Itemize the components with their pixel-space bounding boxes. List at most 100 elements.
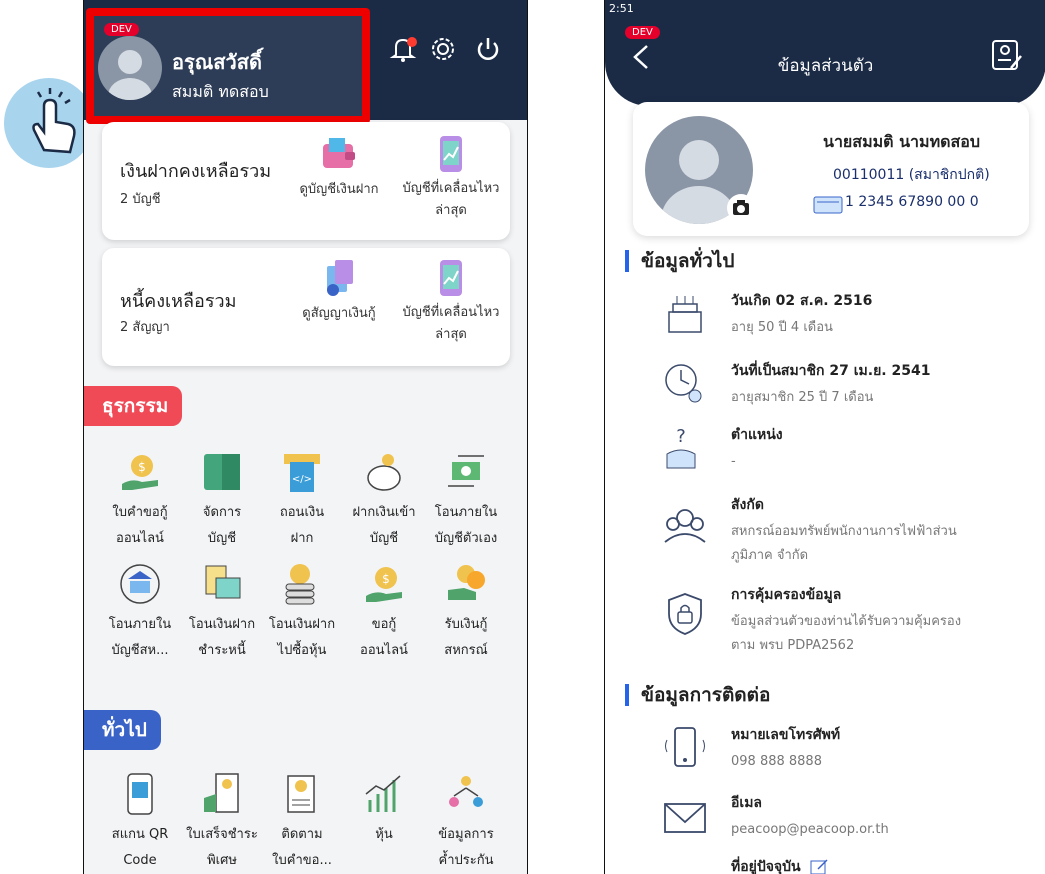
grid-label-l1: ติดตาม [281, 827, 323, 842]
track-requests-button[interactable]: ติดตามใบคำขอ... [262, 772, 342, 874]
coins-hand-icon [444, 562, 488, 606]
privacy-value-line2: ตาม พรบ PDPA2562 [731, 638, 855, 653]
loan-contract-count: 2 สัญญา [120, 320, 170, 335]
recent-loan-activity-button[interactable]: บัญชีที่เคลื่อนไหว ล่าสุด [396, 258, 506, 346]
birthday-value: อายุ 50 ปี 4 เดือน [731, 320, 833, 335]
grid-label-l1: ใบคำขอกู้ [112, 505, 168, 520]
phone-chart-icon [431, 258, 471, 298]
position-title: ตำแหน่ง [731, 427, 783, 443]
withdraw-button[interactable]: </> ถอนเงิน ฝาก [262, 450, 342, 552]
piggy-bank-icon [362, 450, 406, 494]
profile-screen: 2:51 DEV ข้อมูลส่วนตัว นายสมมติ นามทดสอบ… [604, 0, 1045, 874]
document-coin-icon [280, 772, 324, 816]
transfer-money-icon [444, 450, 488, 494]
affiliation-value-line2: ภูมิภาค จำกัด [731, 548, 809, 563]
atm-icon: </> [280, 450, 324, 494]
edit-profile-icon[interactable] [989, 38, 1023, 72]
member-clock-icon [661, 360, 709, 408]
grid-label-l2: ไปซื้อหุ้น [277, 643, 327, 658]
section-general-info: ข้อมูลทั่วไป [625, 250, 734, 272]
deposit-account-count: 2 บัญชี [120, 192, 161, 207]
recent-deposit-activity-button[interactable]: บัญชีที่เคลื่อนไหว ล่าสุด [396, 134, 506, 222]
privacy-value-line1: ข้อมูลส่วนตัวของท่านได้รับความคุ้มครอง [731, 614, 962, 629]
svg-text:</>: </> [292, 474, 312, 485]
growth-chart-icon [362, 772, 406, 816]
receive-loan-button[interactable]: รับเงินกู้สหกรณ์ [426, 562, 506, 664]
member-full-name: นายสมมติ นามทดสอบ [823, 132, 981, 151]
view-loan-label: ดูสัญญาเงินกู้ [302, 306, 376, 321]
privacy-info: การคุ้มครองข้อมูล ข้อมูลส่วนตัวของท่านได… [731, 584, 961, 658]
grid-label-l1: หุ้น [375, 827, 393, 842]
money-bag-hand-icon: $ [118, 450, 162, 494]
envelope-icon [661, 794, 709, 842]
grid-label-l1: โอนเงินฝาก [188, 617, 256, 632]
notification-dot [407, 37, 417, 47]
svg-text:?: ? [676, 426, 686, 447]
grid-label-l2: สหกรณ์ [444, 643, 488, 658]
recent-activity-label-l2: ล่าสุด [435, 203, 467, 218]
camera-icon[interactable] [727, 194, 755, 222]
member-since-info: วันที่เป็นสมาชิก 27 เม.ย. 2541 อายุสมาชิ… [731, 360, 930, 410]
affiliation-info: สังกัด สหกรณ์ออมทรัพย์พนักงานการไฟฟ้าส่ว… [731, 494, 957, 568]
group-people-icon [661, 502, 709, 550]
request-loan-online-button[interactable]: $ ขอกู้ออนไลน์ [344, 562, 424, 664]
grid-label-l2: บัญชี [369, 531, 399, 546]
grid-label-l2: ค้ำประกัน [438, 853, 494, 868]
view-loan-contracts-button[interactable]: ดูสัญญาเงินกู้ [284, 258, 394, 325]
loan-total-label: หนี้คงเหลือรวม [120, 291, 237, 312]
phone-value: 098 888 8888 [731, 754, 822, 769]
member-since-value: อายุสมาชิก 25 ปี 7 เดือน [731, 390, 874, 405]
phone-chart-icon [431, 134, 471, 174]
recent-loan-label-l2: ล่าสุด [435, 327, 467, 342]
grid-label-l1: สแกน QR [111, 827, 169, 842]
transfer-own-account-button[interactable]: โอนภายในบัญชีตัวเอง [426, 450, 506, 552]
grid-label-l2: ออนไลน์ [360, 643, 408, 658]
loan-document-icon [319, 258, 359, 298]
manage-accounts-button[interactable]: จัดการ บัญชี [182, 450, 262, 552]
transfer-pay-debt-button[interactable]: โอนเงินฝาก ชำระหนี้ [182, 562, 262, 664]
section-general: ทั่วไป [84, 710, 161, 750]
user-subname: สมมติ ทดสอบ [172, 82, 269, 101]
scan-qr-button[interactable]: สแกน QR Code [100, 772, 180, 874]
qr-phone-icon [118, 772, 162, 816]
power-icon[interactable] [474, 35, 502, 63]
edit-address-icon[interactable] [810, 858, 828, 874]
lock-shield-icon [661, 590, 709, 638]
online-loan-request-button[interactable]: $ ใบคำขอกู้ ออนไลน์ [100, 450, 180, 552]
grid-label-l1: โอนภายใน [434, 505, 498, 520]
grid-label-l2: บัญชีสห... [111, 643, 169, 658]
privacy-title: การคุ้มครองข้อมูล [731, 587, 842, 603]
dev-badge: DEV [625, 26, 660, 39]
email-title: อีเมล [731, 795, 763, 811]
special-receipt-button[interactable]: ใบเสร็จชำระ พิเศษ [182, 772, 262, 874]
money-bag-hand-icon: $ [362, 562, 406, 606]
grid-label-l1: ขอกู้ [371, 617, 397, 632]
guarantee-info-button[interactable]: ข้อมูลการ ค้ำประกัน [426, 772, 506, 874]
view-deposit-accounts-button[interactable]: ดูบัญชีเงินฝาก [284, 134, 394, 201]
grid-label-l1: รับเงินกู้ [444, 617, 488, 632]
email-value: peacoop@peacoop.or.th [731, 822, 889, 837]
transfer-coop-account-button[interactable]: โอนภายในบัญชีสห... [100, 562, 180, 664]
grid-label-l1: ใบเสร็จชำระ [186, 827, 258, 842]
grid-label-l2: Code [123, 853, 157, 868]
svg-text:$: $ [382, 572, 390, 586]
position-person-icon: ? [661, 424, 709, 472]
transfer-buy-shares-button[interactable]: โอนเงินฝากไปซื้อหุ้น [262, 562, 342, 664]
notification-bell-icon[interactable] [389, 35, 417, 63]
grid-label-l1: โอนเงินฝาก [268, 617, 336, 632]
grid-label-l2: บัญชีตัวเอง [434, 531, 498, 546]
settings-gear-icon[interactable] [429, 35, 457, 63]
section-contact-info: ข้อมูลการติดต่อ [625, 684, 770, 706]
profile-card: นายสมมติ นามทดสอบ 00110011 (สมาชิกปกติ) … [633, 102, 1029, 236]
deposit-button[interactable]: ฝากเงินเข้า บัญชี [344, 450, 424, 552]
tap-hint-icon [4, 78, 94, 168]
status-bar-time: 2:51 [609, 2, 634, 15]
svg-text:$: $ [138, 460, 146, 474]
grid-label-l1: โอนภายใน [108, 617, 172, 632]
phone-icon [661, 724, 709, 772]
member-since-title: วันที่เป็นสมาชิก 27 เม.ย. 2541 [731, 363, 931, 379]
profile-button[interactable]: DEV อรุณสวัสดิ์ สมมติ ทดสอบ [86, 8, 370, 124]
grid-label-l2: ใบคำขอ... [272, 853, 332, 868]
shares-button[interactable]: หุ้น [344, 772, 424, 848]
wallet-icon [319, 134, 359, 174]
